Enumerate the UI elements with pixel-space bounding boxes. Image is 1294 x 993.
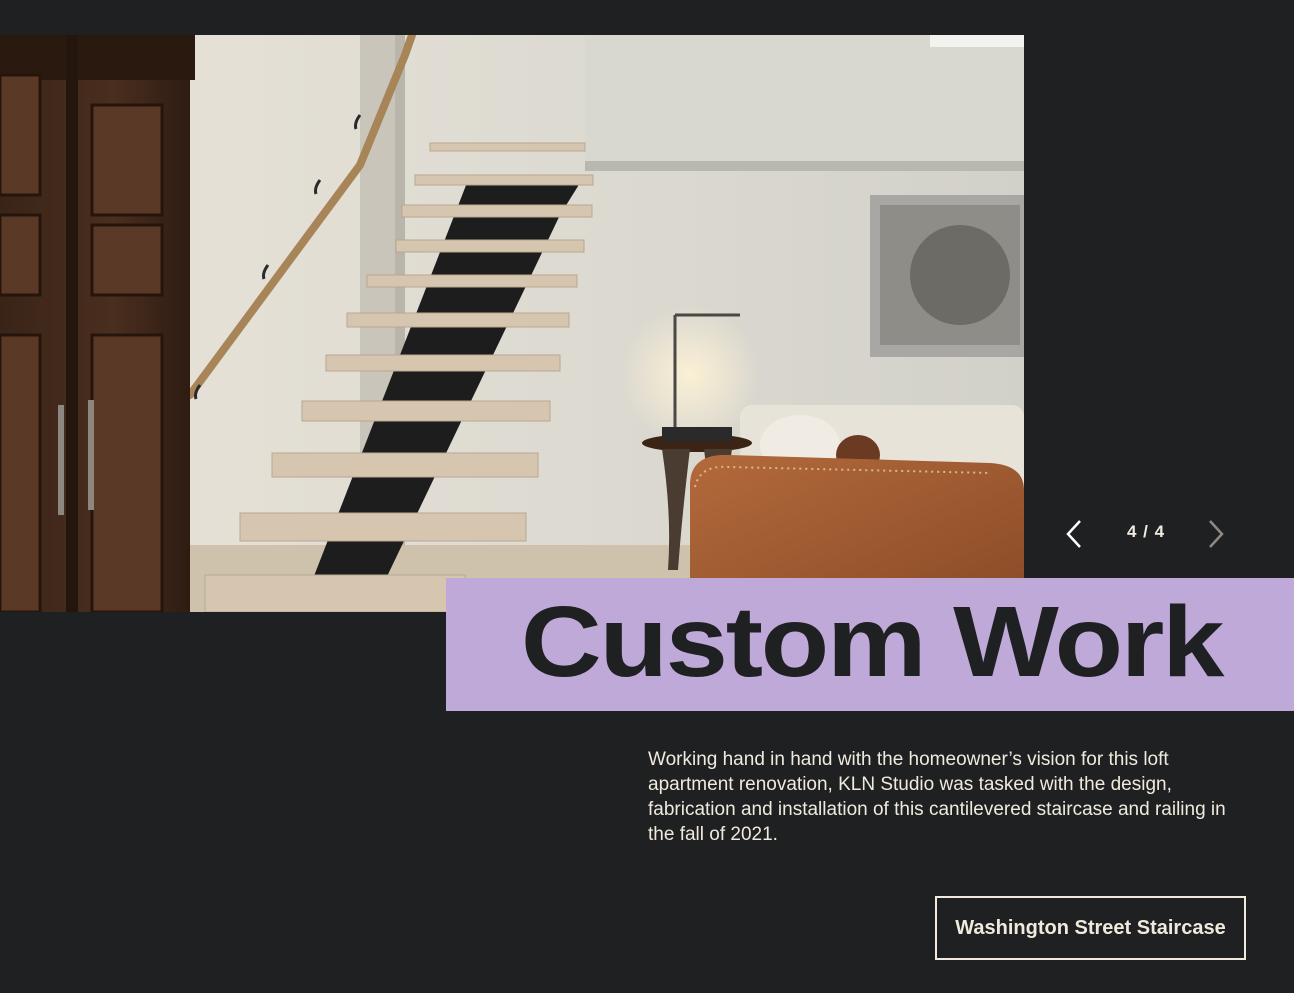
project-description: Working hand in hand with the homeowner’… — [648, 749, 1226, 845]
previous-slide-button[interactable] — [1058, 517, 1092, 551]
page-title: Custom Work — [520, 586, 1225, 698]
chevron-right-icon — [1209, 520, 1224, 548]
title-band: Custom Work — [446, 578, 1294, 711]
project-link-button[interactable]: Washington Street Staircase — [935, 896, 1246, 960]
chevron-left-icon — [1066, 520, 1081, 548]
project-photo — [0, 35, 1024, 612]
next-slide-button[interactable] — [1198, 517, 1232, 551]
slide-counter: 4 / 4 — [1126, 522, 1166, 541]
page: 4 / 4 Custom Work Working hand in hand w… — [0, 0, 1294, 993]
